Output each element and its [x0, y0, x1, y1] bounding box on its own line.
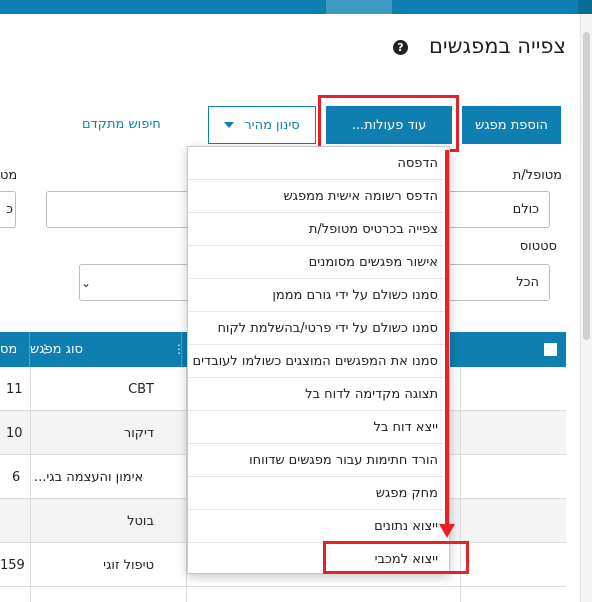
menu-item-delete-meeting[interactable]: מחק מפגש [188, 477, 449, 510]
scrollbar-thumb[interactable] [583, 32, 590, 340]
status-filter-value: הכל [516, 275, 539, 290]
highlight-box-export-maccabi [323, 541, 469, 574]
menu-item-mark-paid-workers[interactable]: סמנו את המפגשים המוצגים כשולמו לעובדים [188, 345, 449, 378]
column-header-left-label: מס [0, 342, 18, 357]
status-filter-label: סטטוס [519, 239, 557, 254]
annotation-arrow-head [439, 524, 455, 538]
row-meeting-type: טיפול זוגי [103, 557, 154, 573]
advanced-search-link[interactable]: חיפוש מתקדם [82, 117, 161, 132]
page: צפייה במפגשים ? הוספת מפגש עוד פעולות...… [0, 0, 592, 602]
row-left-cell: 159 [0, 557, 25, 573]
column-menu-icon[interactable]: ⋮ [173, 343, 185, 355]
row-meeting-type: אימון והעצמה בגי... [34, 469, 144, 485]
menu-item-export-report[interactable]: ייצא דוח בל [188, 411, 449, 444]
row-meeting-type: דיקור [123, 425, 154, 441]
left-filter-value: כ [6, 202, 13, 217]
column-divider [30, 367, 31, 602]
patient-filter-label: מטופל/ת [512, 168, 562, 183]
menu-item-mark-paid-funder[interactable]: סמנו כשולם על ידי גורם מממן [188, 279, 449, 312]
quick-filter-button[interactable]: סינון מהיר [208, 106, 316, 144]
menu-item-preview-report[interactable]: תצוגה מקדימה לדוח בל [188, 378, 449, 411]
page-scrollbar[interactable] [580, 14, 592, 602]
select-all-checkbox[interactable] [544, 343, 557, 356]
row-left-cell [6, 499, 30, 543]
more-actions-menu: הדפסה הדפס רשומה אישית ממפגש צפייה בכרטי… [187, 146, 450, 574]
top-nav-tab[interactable] [578, 0, 592, 14]
row-left-cell: 11 [6, 381, 23, 397]
menu-item-export-data[interactable]: ייצוא נתונים [188, 510, 449, 543]
row-left-cell: 6 [12, 469, 21, 485]
page-title: צפייה במפגשים [428, 34, 566, 58]
menu-item-view-patient-card[interactable]: צפייה בכרטיס מטופל/ת [188, 213, 449, 246]
left-filter-label: מט [0, 168, 18, 183]
column-header-meeting-type[interactable]: סוג מפגש [30, 332, 182, 367]
chevron-down-icon: ⌄ [81, 276, 92, 290]
top-nav-tab-active[interactable] [326, 0, 392, 14]
add-meeting-button[interactable]: הוספת מפגש [462, 106, 561, 144]
menu-item-mark-paid-private[interactable]: סמנו כשולם על ידי פרטי/בהשלמת לקוח [188, 312, 449, 345]
top-nav-bar [0, 0, 592, 14]
caret-down-icon [224, 122, 235, 128]
row-meeting-type: CBT [128, 381, 154, 397]
left-filter-field[interactable]: כ [0, 191, 16, 228]
patient-filter-value: כולם [512, 202, 539, 217]
menu-item-print-personal-record[interactable]: הדפס רשומה אישית ממפגש [188, 180, 449, 213]
menu-item-print[interactable]: הדפסה [188, 147, 449, 180]
row-left-cell: 10 [6, 425, 23, 441]
row-meeting-type: בוטל [127, 513, 154, 529]
quick-filter-label: סינון מהיר [244, 117, 300, 133]
menu-item-approve-selected[interactable]: אישור מפגשים מסומנים [188, 246, 449, 279]
column-header-left[interactable]: מס [0, 332, 30, 367]
column-header-meeting-type-label: סוג מפגש [30, 342, 83, 357]
menu-item-download-signatures[interactable]: הורד חתימות עבור מפגשים שדווחו [188, 444, 449, 477]
help-icon[interactable]: ? [393, 40, 408, 55]
highlight-box-more-actions [318, 95, 459, 152]
annotation-arrow [445, 150, 449, 526]
